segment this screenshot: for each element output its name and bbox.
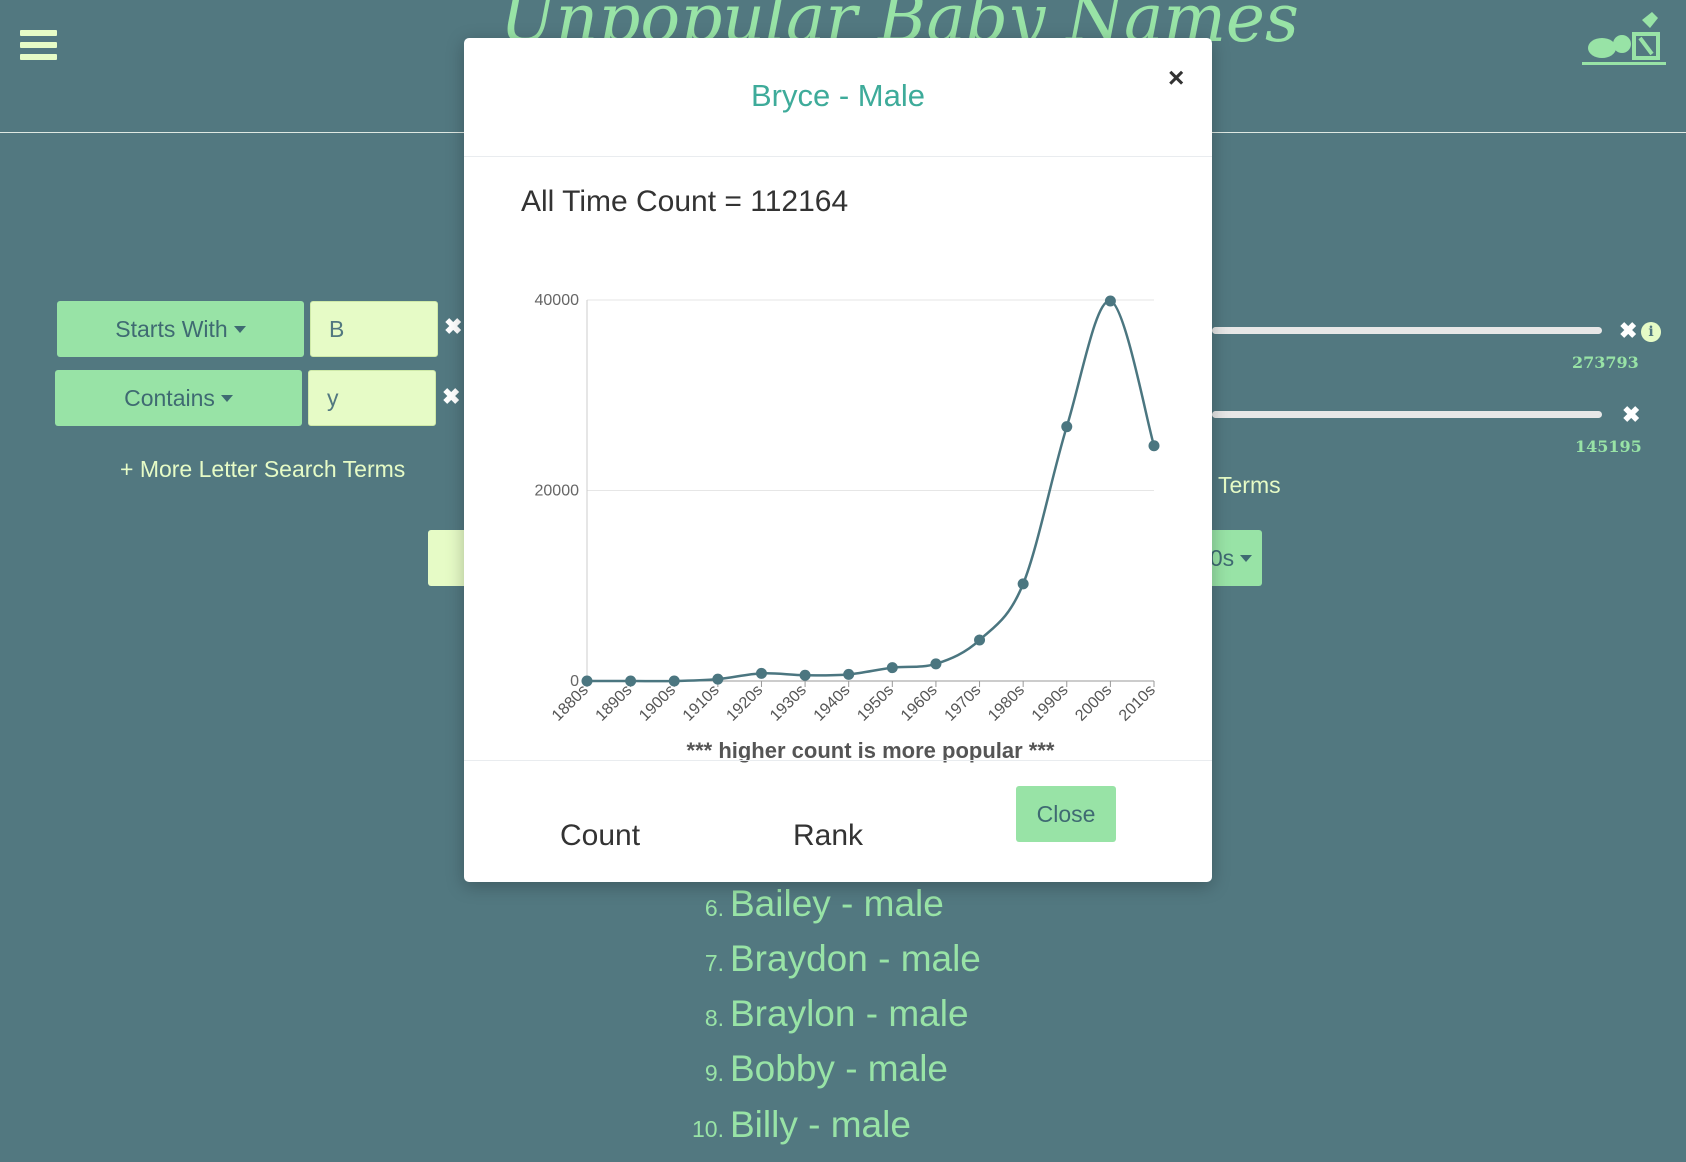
- data-point: [974, 634, 986, 646]
- result-name: Bobby - male: [730, 1048, 948, 1089]
- result-name: Braydon - male: [730, 938, 981, 979]
- result-number: 6.: [704, 895, 724, 921]
- x-tick-label: 1900s: [636, 682, 679, 725]
- x-tick-label: 1940s: [811, 682, 854, 725]
- info-icon[interactable]: i: [1641, 322, 1661, 342]
- result-name: Braylon - male: [730, 993, 969, 1034]
- data-point: [930, 658, 942, 670]
- data-point: [625, 675, 637, 687]
- count-tab[interactable]: Count: [560, 819, 640, 853]
- caret-down-icon: [233, 325, 246, 333]
- data-point: [668, 675, 680, 687]
- data-point: [712, 673, 724, 685]
- remove-filter-icon[interactable]: ✖: [1622, 402, 1640, 428]
- result-name: Billy - male: [730, 1104, 911, 1145]
- contains-label: Contains: [124, 384, 215, 411]
- starts-with-select[interactable]: Starts With: [57, 301, 304, 357]
- result-number: 9.: [704, 1060, 724, 1086]
- remove-term-icon[interactable]: ✖: [442, 384, 460, 410]
- result-item[interactable]: 8. Braylon - male: [674, 993, 969, 1035]
- remove-term-icon[interactable]: ✖: [444, 314, 462, 340]
- popularity-line-chart: 020000400001880s 1890s 1900s 1910s 1920s 1930…: [535, 292, 1160, 763]
- contains-select[interactable]: Contains: [55, 370, 302, 426]
- modal-title: Bryce - Male: [751, 78, 925, 113]
- x-tick-label: 1950s: [854, 682, 897, 725]
- result-item[interactable]: 9. Bobby - male: [674, 1048, 948, 1090]
- x-tick-label: 1920s: [723, 682, 766, 725]
- remove-filter-icon[interactable]: ✖: [1619, 318, 1637, 344]
- modal-close-icon[interactable]: ×: [1168, 62, 1184, 94]
- data-point: [799, 669, 811, 681]
- data-point: [581, 675, 593, 687]
- result-item[interactable]: 10. Billy - male: [674, 1104, 911, 1146]
- x-tick-label: 1970s: [942, 682, 985, 725]
- data-point: [886, 662, 898, 674]
- count-slider[interactable]: [1212, 327, 1602, 334]
- x-tick-label: 1930s: [767, 682, 810, 725]
- x-tick-label: 1990s: [1029, 682, 1072, 725]
- data-point: [1017, 578, 1029, 590]
- all-time-count: All Time Count = 112164: [521, 185, 849, 218]
- slider-max-value: 273793: [1572, 353, 1639, 372]
- more-search-terms-link[interactable]: Terms: [1218, 472, 1281, 499]
- x-tick-label: 1960s: [898, 682, 941, 725]
- x-tick-label: 2010s: [1116, 682, 1159, 725]
- result-number: 7.: [704, 950, 724, 976]
- decade-label: 0s: [1209, 544, 1235, 571]
- result-name: Bailey - male: [730, 883, 944, 924]
- result-item[interactable]: 7. Braydon - male: [674, 938, 981, 980]
- data-point: [755, 667, 767, 679]
- modal-header: Bryce - Male ×: [464, 38, 1212, 157]
- y-tick-label: 20000: [535, 483, 580, 500]
- x-tick-label: 2000s: [1072, 682, 1115, 725]
- starts-with-label: Starts With: [115, 315, 228, 342]
- result-item[interactable]: 6. Bailey - male: [674, 883, 944, 925]
- more-letter-search-terms-link[interactable]: + More Letter Search Terms: [120, 456, 405, 483]
- data-point: [843, 668, 855, 680]
- baby-bottle-logo-icon[interactable]: [1580, 8, 1668, 70]
- starts-with-input[interactable]: [310, 301, 438, 357]
- result-number: 8.: [704, 1005, 724, 1031]
- data-point: [1061, 421, 1073, 433]
- rank-slider[interactable]: [1212, 411, 1602, 418]
- result-number: 10.: [692, 1116, 724, 1142]
- rank-tab[interactable]: Rank: [793, 819, 863, 853]
- name-detail-modal: Bryce - Male × All Time Count = 112164 0…: [464, 38, 1212, 882]
- contains-input[interactable]: [308, 370, 436, 426]
- caret-down-icon: [1240, 554, 1253, 562]
- hamburger-menu-icon[interactable]: [20, 30, 57, 63]
- x-tick-label: 1890s: [593, 682, 636, 725]
- x-tick-label: 1910s: [680, 682, 723, 725]
- slider-max-value: 145195: [1575, 437, 1642, 456]
- data-point: [1104, 295, 1116, 307]
- data-point: [1148, 440, 1160, 452]
- caret-down-icon: [220, 394, 233, 402]
- x-tick-label: 1980s: [985, 682, 1028, 725]
- y-tick-label: 40000: [535, 292, 580, 309]
- close-button[interactable]: Close: [1016, 786, 1116, 842]
- series-line: [587, 299, 1156, 683]
